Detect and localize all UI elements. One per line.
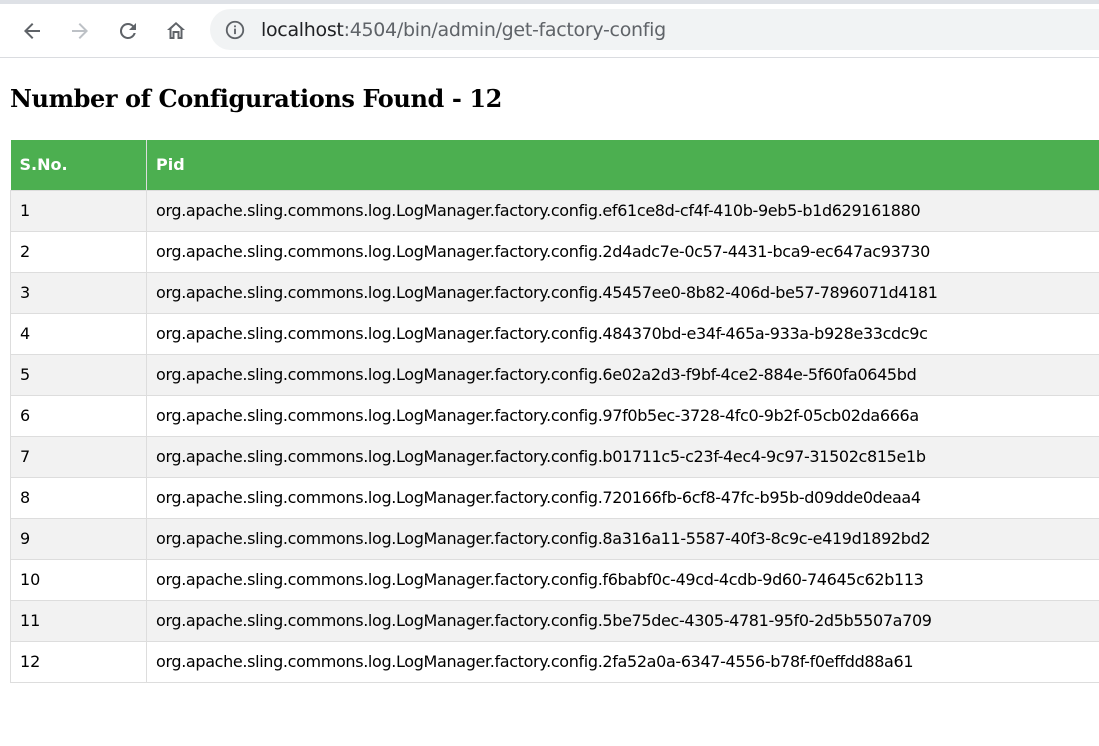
table-row: 8 org.apache.sling.commons.log.LogManager… (10, 476, 1099, 519)
cell-sno: 8 (10, 476, 147, 519)
column-header-sno: S.No. (10, 140, 147, 190)
cell-pid: org.apache.sling.commons.log.LogManager.… (146, 394, 1099, 437)
cell-sno: 3 (10, 271, 147, 314)
configurations-table: S.No. Pid 1 org.apache.sling.commons.log.… (10, 140, 1099, 683)
cell-sno: 2 (10, 230, 147, 273)
cell-sno: 1 (10, 189, 147, 232)
cell-sno: 12 (10, 640, 147, 683)
address-bar[interactable]: localhost:4504/bin/admin/get-factory-con… (210, 9, 1099, 50)
cell-pid: org.apache.sling.commons.log.LogManager.… (146, 599, 1099, 642)
reload-icon (116, 19, 140, 43)
cell-sno: 5 (10, 353, 147, 396)
tab-strip-edge (0, 0, 1099, 4)
cell-pid: org.apache.sling.commons.log.LogManager.… (146, 558, 1099, 601)
back-button[interactable] (14, 13, 50, 49)
table-row: 11 org.apache.sling.commons.log.LogManage… (10, 599, 1099, 642)
info-icon[interactable] (224, 19, 246, 41)
table-row: 3 org.apache.sling.commons.log.LogManager… (10, 271, 1099, 314)
table-header-row: S.No. Pid (10, 140, 1099, 190)
cell-pid: org.apache.sling.commons.log.LogManager.… (146, 476, 1099, 519)
table-row: 12 org.apache.sling.commons.log.LogManage… (10, 640, 1099, 683)
column-header-pid: Pid (146, 140, 1099, 190)
table-row: 10 org.apache.sling.commons.log.LogManage… (10, 558, 1099, 601)
forward-button[interactable] (62, 13, 98, 49)
browser-toolbar: localhost:4504/bin/admin/get-factory-con… (0, 0, 1099, 58)
cell-sno: 10 (10, 558, 147, 601)
cell-pid: org.apache.sling.commons.log.LogManager.… (146, 230, 1099, 273)
table-row: 5 org.apache.sling.commons.log.LogManager… (10, 353, 1099, 396)
cell-pid: org.apache.sling.commons.log.LogManager.… (146, 435, 1099, 478)
home-icon (164, 19, 188, 43)
table-row: 2 org.apache.sling.commons.log.LogManager… (10, 230, 1099, 273)
cell-pid: org.apache.sling.commons.log.LogManager.… (146, 189, 1099, 232)
table-row: 7 org.apache.sling.commons.log.LogManager… (10, 435, 1099, 478)
table-row: 4 org.apache.sling.commons.log.LogManager… (10, 312, 1099, 355)
cell-pid: org.apache.sling.commons.log.LogManager.… (146, 353, 1099, 396)
cell-pid: org.apache.sling.commons.log.LogManager.… (146, 271, 1099, 314)
page-title: Number of Configurations Found - 12 (10, 84, 502, 113)
cell-sno: 11 (10, 599, 147, 642)
url-host: localhost (261, 19, 344, 41)
cell-pid: org.apache.sling.commons.log.LogManager.… (146, 640, 1099, 683)
cell-sno: 6 (10, 394, 147, 437)
table-row: 9 org.apache.sling.commons.log.LogManager… (10, 517, 1099, 560)
arrow-left-icon (20, 19, 44, 43)
home-button[interactable] (158, 13, 194, 49)
url-text[interactable]: localhost:4504/bin/admin/get-factory-con… (261, 19, 666, 41)
cell-pid: org.apache.sling.commons.log.LogManager.… (146, 517, 1099, 560)
table-row: 1 org.apache.sling.commons.log.LogManager… (10, 189, 1099, 232)
reload-button[interactable] (110, 13, 146, 49)
cell-sno: 9 (10, 517, 147, 560)
table-row: 6 org.apache.sling.commons.log.LogManager… (10, 394, 1099, 437)
url-path: :4504/bin/admin/get-factory-config (343, 19, 667, 41)
cell-sno: 4 (10, 312, 147, 355)
cell-pid: org.apache.sling.commons.log.LogManager.… (146, 312, 1099, 355)
arrow-right-icon (68, 19, 92, 43)
cell-sno: 7 (10, 435, 147, 478)
